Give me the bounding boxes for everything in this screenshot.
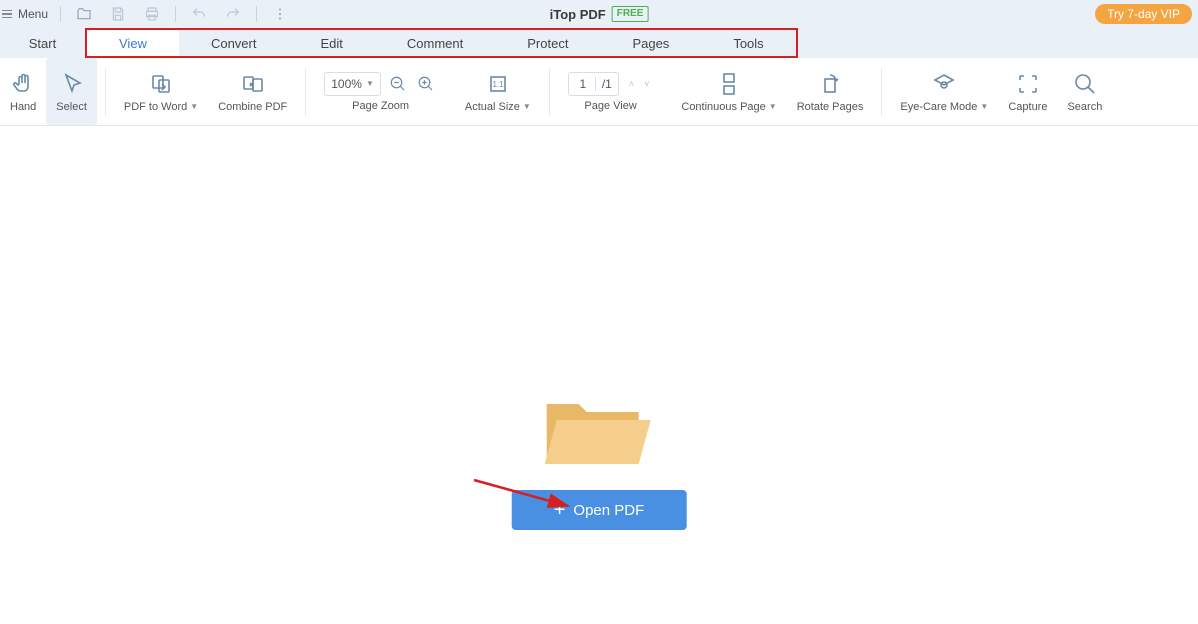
- tab-comment[interactable]: Comment: [375, 30, 495, 56]
- actual-size-button[interactable]: 1:1 Actual Size ▼: [455, 58, 541, 125]
- combine-pdf-label: Combine PDF: [218, 101, 287, 113]
- save-icon[interactable]: [109, 5, 127, 23]
- divider: [305, 68, 306, 116]
- zoom-in-button[interactable]: [415, 73, 437, 95]
- zoom-group: 100% ▼ Page Zoom: [314, 68, 447, 116]
- pdf-to-word-label: PDF to Word: [124, 101, 187, 113]
- page-down-icon[interactable]: ˅: [640, 77, 653, 91]
- continuous-page-button[interactable]: Continuous Page ▼: [671, 58, 786, 125]
- dropdown-icon: ▼: [980, 102, 988, 111]
- open-pdf-button[interactable]: + Open PDF: [512, 490, 687, 530]
- tab-group-highlight: View Convert Edit Comment Protect Pages …: [85, 28, 798, 58]
- more-icon[interactable]: [271, 5, 289, 23]
- eye-care-button[interactable]: Eye-Care Mode ▼: [890, 58, 998, 125]
- hand-icon: [10, 71, 36, 97]
- tab-protect[interactable]: Protect: [495, 30, 600, 56]
- dropdown-icon: ▼: [523, 102, 531, 111]
- select-label: Select: [56, 101, 87, 113]
- folder-icon: [539, 386, 659, 476]
- ribbon: Hand Select PDF to Word ▼ Combine PDF 10…: [0, 58, 1198, 126]
- tab-tools[interactable]: Tools: [701, 30, 795, 56]
- actual-size-label: Actual Size: [465, 101, 520, 113]
- tab-start[interactable]: Start: [0, 28, 85, 58]
- app-title: iTop PDF FREE: [550, 6, 649, 22]
- page-up-icon[interactable]: ˄: [625, 77, 638, 91]
- eye-care-icon: [931, 71, 957, 97]
- tab-edit[interactable]: Edit: [288, 30, 374, 56]
- capture-button[interactable]: Capture: [998, 58, 1057, 125]
- combine-pdf-icon: [240, 71, 266, 97]
- continuous-page-icon: [716, 71, 742, 97]
- menu-button[interactable]: Menu: [18, 7, 48, 21]
- page-total: /1: [595, 77, 612, 91]
- divider: [175, 6, 176, 22]
- zoom-value: 100%: [331, 77, 362, 91]
- redo-icon[interactable]: [224, 5, 242, 23]
- divider: [60, 6, 61, 22]
- page-zoom-label: Page Zoom: [352, 100, 409, 112]
- pdf-to-word-icon: [148, 71, 174, 97]
- page-nav-group: /1 ˄ ˅ Page View: [558, 68, 664, 116]
- titlebar: Menu iTop PDF FREE Try 7-day VIP: [0, 0, 1198, 28]
- dropdown-icon: ▼: [769, 102, 777, 111]
- open-pdf-label: Open PDF: [573, 502, 644, 519]
- page-counter[interactable]: /1: [568, 72, 619, 96]
- continuous-page-label: Continuous Page: [681, 101, 765, 113]
- try-vip-button[interactable]: Try 7-day VIP: [1095, 4, 1192, 24]
- search-icon: [1072, 71, 1098, 97]
- capture-icon: [1015, 71, 1041, 97]
- eye-care-label: Eye-Care Mode: [900, 101, 977, 113]
- open-file-icon[interactable]: [75, 5, 93, 23]
- tabbar: Start View Convert Edit Comment Protect …: [0, 28, 1198, 58]
- divider: [881, 68, 882, 116]
- zoom-select[interactable]: 100% ▼: [324, 72, 381, 96]
- free-badge: FREE: [612, 6, 649, 22]
- pdf-to-word-button[interactable]: PDF to Word ▼: [114, 58, 208, 125]
- tab-pages[interactable]: Pages: [600, 30, 701, 56]
- open-pdf-area: + Open PDF: [512, 386, 687, 530]
- divider: [105, 68, 106, 116]
- tab-view[interactable]: View: [87, 30, 179, 56]
- plus-icon: +: [554, 500, 566, 520]
- cursor-icon: [59, 71, 85, 97]
- menu-icon[interactable]: [0, 10, 12, 19]
- search-label: Search: [1067, 101, 1102, 113]
- menu-area: Menu: [0, 5, 295, 23]
- rotate-pages-label: Rotate Pages: [797, 101, 864, 113]
- dropdown-icon: ▼: [190, 102, 198, 111]
- divider: [549, 68, 550, 116]
- print-icon[interactable]: [143, 5, 161, 23]
- svg-text:1:1: 1:1: [492, 80, 504, 89]
- actual-size-icon: 1:1: [485, 71, 511, 97]
- zoom-out-button[interactable]: [387, 73, 409, 95]
- capture-label: Capture: [1008, 101, 1047, 113]
- dropdown-icon: ▼: [366, 79, 374, 88]
- page-current-input[interactable]: [575, 77, 591, 91]
- rotate-pages-button[interactable]: Rotate Pages: [787, 58, 874, 125]
- search-button[interactable]: Search: [1057, 58, 1112, 125]
- select-tool[interactable]: Select: [46, 58, 97, 125]
- divider: [256, 6, 257, 22]
- page-view-label: Page View: [584, 100, 636, 112]
- hand-label: Hand: [10, 101, 36, 113]
- hand-tool[interactable]: Hand: [0, 58, 46, 125]
- combine-pdf-button[interactable]: Combine PDF: [208, 58, 297, 125]
- tab-convert[interactable]: Convert: [179, 30, 289, 56]
- app-name: iTop PDF: [550, 7, 606, 22]
- undo-icon[interactable]: [190, 5, 208, 23]
- rotate-icon: [817, 71, 843, 97]
- content-area: + Open PDF: [0, 126, 1198, 624]
